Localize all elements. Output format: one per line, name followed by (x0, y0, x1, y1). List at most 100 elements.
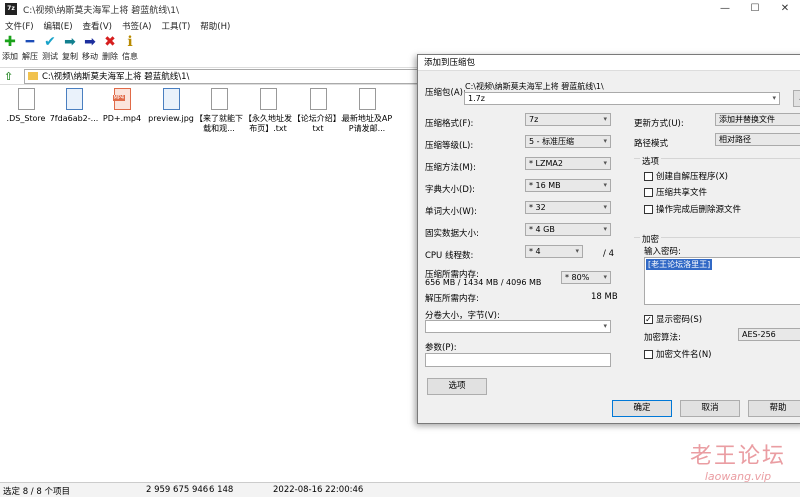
level-value: 5 - 标准压缩 (529, 137, 575, 146)
toolbar-add-button[interactable]: ✚ 添加 (0, 35, 20, 65)
enc-method-label: 加密算法: (644, 333, 681, 343)
dict-label: 字典大小(D): (425, 185, 476, 195)
file-item[interactable]: .DS_Store (0, 88, 52, 124)
chevron-down-icon: ▾ (772, 94, 776, 102)
chevron-down-icon: ▾ (603, 322, 607, 330)
watermark: 老王论坛 laowang.vip (690, 438, 786, 483)
image-file-icon (65, 88, 83, 110)
address-bar: ⇧ C:\视频\纳斯莫夫海军上将 碧蓝航线\1\ (0, 67, 420, 85)
encrypt-group-label: 加密 (640, 233, 662, 245)
archive-name-combo[interactable]: 1.7z ▾ (464, 92, 780, 105)
file-item[interactable]: 【永久地址发布页】.txt (242, 88, 294, 134)
toolbar-copy-button[interactable]: ➡ 复制 (60, 35, 80, 65)
address-field[interactable]: C:\视频\纳斯莫夫海军上将 碧蓝航线\1\ (24, 68, 420, 84)
format-combo[interactable]: 7z ▾ (525, 113, 611, 126)
menu-file[interactable]: 文件(F) (0, 20, 39, 32)
toolbar-delete-button[interactable]: ✖ 删除 (100, 35, 120, 65)
help-button[interactable]: 帮助 (748, 400, 800, 417)
file-item[interactable]: MP4 PD+.mp4 (96, 88, 148, 124)
minimize-button[interactable]: — (710, 0, 740, 18)
options-button[interactable]: 选项 (427, 378, 487, 395)
sfx-checkbox[interactable]: 创建自解压程序(X) (644, 170, 728, 182)
file-name: PD+.mp4 (102, 114, 142, 123)
dict-value: * 16 MB (529, 181, 561, 190)
watermark-sub: laowang.vip (704, 470, 772, 483)
menu-tools[interactable]: 工具(T) (156, 20, 195, 32)
pathmode-combo[interactable]: 相对路径 (715, 133, 800, 146)
threads-combo[interactable]: * 4 ▾ (525, 245, 583, 258)
method-label: 压缩方法(M): (425, 163, 476, 173)
test-icon: ✔ (44, 34, 56, 50)
mem-detail: 656 MB / 1434 MB / 4096 MB (425, 278, 542, 287)
word-value: * 32 (529, 203, 546, 212)
close-button[interactable]: ✕ (770, 0, 800, 18)
maximize-button[interactable]: ☐ (740, 0, 770, 18)
toolbar-info-button[interactable]: ℹ 信息 (120, 35, 140, 65)
status-size: 2 959 675 946 (146, 485, 209, 495)
toolbar-label: 删除 (102, 52, 118, 61)
folder-icon (28, 72, 38, 80)
document-file-icon (309, 88, 327, 110)
enc-method-value: AES-256 (742, 330, 776, 339)
toolbar-extract-button[interactable]: ━ 解压 (20, 35, 40, 65)
toolbar: ✚ 添加 ━ 解压 ✔ 测试 ➡ 复制 ➡ 移动 ✖ 删除 ℹ 信息 (0, 35, 420, 65)
menu-view[interactable]: 查看(V) (78, 20, 117, 32)
update-combo[interactable]: 添加并替换文件 (715, 113, 800, 126)
split-combo[interactable]: ▾ (425, 320, 611, 333)
solid-combo[interactable]: * 4 GB ▾ (525, 223, 611, 236)
solid-label: 固实数据大小: (425, 229, 479, 239)
file-name: 【永久地址发布页】.txt (244, 114, 292, 133)
show-password-label: 显示密码(S) (656, 315, 703, 325)
show-password-checkbox[interactable]: ✓ 显示密码(S) (644, 313, 702, 325)
browse-button[interactable]: … (793, 90, 800, 107)
mem-percent-value: * 80% (565, 273, 590, 282)
decomp-label: 解压所需内存: (425, 294, 479, 304)
update-value: 添加并替换文件 (719, 115, 775, 124)
enc-method-combo[interactable]: AES-256 (738, 328, 800, 341)
document-file-icon (358, 88, 376, 110)
delete-source-checkbox[interactable]: 操作完成后删除源文件 (644, 203, 741, 215)
threads-label: CPU 线程数: (425, 251, 474, 261)
menu-bookmarks[interactable]: 书签(A) (117, 20, 156, 32)
file-name: preview.jpg (148, 114, 194, 123)
up-folder-icon[interactable]: ⇧ (4, 70, 16, 83)
decomp-value: 18 MB (591, 292, 618, 302)
file-item[interactable]: 【论坛介绍】.txt (292, 88, 344, 134)
delete-icon: ✖ (104, 34, 116, 50)
params-input[interactable] (425, 353, 611, 367)
shared-checkbox[interactable]: 压缩共享文件 (644, 186, 707, 198)
dict-combo[interactable]: * 16 MB ▾ (525, 179, 611, 192)
level-combo[interactable]: 5 - 标准压缩 ▾ (525, 135, 611, 148)
file-item[interactable]: 7fda6ab2-... (48, 88, 100, 124)
level-label: 压缩等级(L): (425, 141, 474, 151)
encrypt-names-checkbox[interactable]: 加密文件名(N) (644, 348, 712, 360)
toolbar-label: 复制 (62, 52, 78, 61)
file-name: 【来了就能下载和观... (195, 114, 243, 133)
add-to-archive-dialog: 添加到压缩包 压缩包(A): C:\视频\纳斯莫夫海军上将 碧蓝航线\1\ 1.… (417, 54, 800, 424)
menu-help[interactable]: 帮助(H) (195, 20, 235, 32)
file-item[interactable]: preview.jpg (145, 88, 197, 124)
menu-edit[interactable]: 编辑(E) (39, 20, 78, 32)
add-icon: ✚ (4, 34, 16, 50)
info-icon: ℹ (127, 34, 133, 50)
chevron-down-icon: ▾ (603, 203, 607, 211)
checkbox-box (644, 349, 653, 359)
image-file-icon (162, 88, 180, 110)
file-item[interactable]: 最新地址及APP请发邮... (341, 88, 393, 134)
toolbar-move-button[interactable]: ➡ 移动 (80, 35, 100, 65)
cancel-button[interactable]: 取消 (680, 400, 740, 417)
checkbox-box (644, 171, 653, 181)
pathmode-value: 相对路径 (719, 135, 751, 144)
status-bar: 选定 8 / 8 个项目 2 959 675 946 6 148 2022-08… (0, 482, 800, 497)
method-value: * LZMA2 (529, 159, 563, 168)
ok-button[interactable]: 确定 (612, 400, 672, 417)
document-file-icon (259, 88, 277, 110)
method-combo[interactable]: * LZMA2 ▾ (525, 157, 611, 170)
password-input[interactable]: [老王论坛洛里王] (644, 257, 800, 305)
mem-percent-combo[interactable]: * 80% ▾ (561, 271, 611, 284)
file-name: 【论坛介绍】.txt (292, 114, 344, 133)
word-combo[interactable]: * 32 ▾ (525, 201, 611, 214)
file-item[interactable]: 【来了就能下载和观... (193, 88, 245, 134)
toolbar-test-button[interactable]: ✔ 测试 (40, 35, 60, 65)
password-label: 输入密码: (644, 247, 681, 257)
